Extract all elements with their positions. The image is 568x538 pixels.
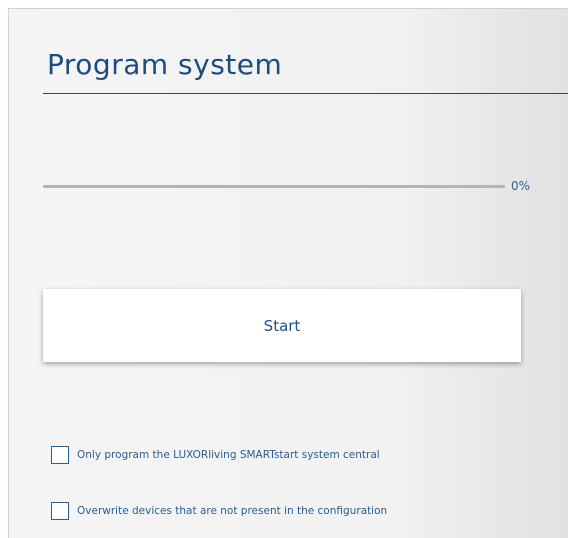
option-program-central-only[interactable]: Only program the LUXORliving SMARTstart … [51, 446, 380, 464]
start-button-label: Start [263, 316, 301, 335]
overwrite-devices-label[interactable]: Overwrite devices that are not present i… [77, 505, 387, 517]
option-overwrite-devices[interactable]: Overwrite devices that are not present i… [51, 502, 387, 520]
program-central-only-checkbox[interactable] [51, 446, 69, 464]
page-title: Program system [47, 48, 283, 81]
program-system-panel: Program system 0% Start Only program the… [8, 8, 568, 538]
overwrite-devices-checkbox[interactable] [51, 502, 69, 520]
program-central-only-label[interactable]: Only program the LUXORliving SMARTstart … [77, 449, 380, 461]
title-divider [43, 93, 568, 94]
progress-bar [43, 185, 505, 188]
start-button[interactable]: Start [43, 289, 521, 362]
progress-percentage: 0% [511, 179, 531, 193]
